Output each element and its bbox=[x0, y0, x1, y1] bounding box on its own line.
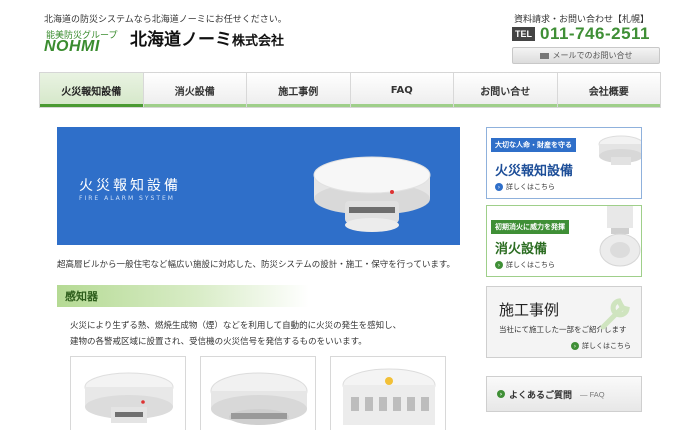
banner-title: 施工事例 bbox=[499, 301, 560, 319]
section-description: 火災により生ずる熱、燃焼生成物（煙）などを利用して自動的に火災の発生を感知し、 … bbox=[70, 318, 420, 350]
tel-badge: TEL bbox=[512, 27, 535, 41]
banner-title: 火災報知設備 bbox=[495, 164, 574, 179]
nav-fire-extinguishing[interactable]: 消火設備 bbox=[144, 73, 247, 107]
hero-title: 火災報知設備 bbox=[79, 178, 181, 194]
detector-thumbnail[interactable] bbox=[200, 356, 316, 430]
more-label: 詳しくはこちら bbox=[506, 183, 555, 191]
tel-number: 011-746-2511 bbox=[540, 24, 650, 43]
wrench-icon bbox=[600, 298, 630, 330]
smoke-detector-image bbox=[210, 372, 308, 425]
nav-fire-alarm[interactable]: 火災報知設備 bbox=[40, 73, 144, 107]
smoke-detector-image bbox=[598, 135, 641, 165]
phone-contact: TEL 011-746-2511 bbox=[512, 24, 650, 44]
banner-more-link[interactable]: › 詳しくはこちら bbox=[495, 260, 555, 270]
section-heading: 感知器 bbox=[57, 285, 309, 307]
mail-button-label: メールでのお問い合せ bbox=[552, 51, 633, 60]
flame-detector-image bbox=[342, 368, 436, 425]
company-name-suffix: 株式会社 bbox=[232, 34, 285, 49]
hero-subtitle: FIRE ALARM SYSTEM bbox=[79, 195, 175, 202]
smoke-detector-image bbox=[313, 156, 431, 232]
description-line: 火災により生ずる熱、燃焼生成物（煙）などを利用して自動的に火災の発生を感知し、 bbox=[70, 321, 402, 331]
description-line: 建物の各警戒区域に設置され、受信機の火災信号を発信するものをいいます。 bbox=[70, 337, 367, 347]
banner-tag: 初期消火に威力を発揮 bbox=[491, 220, 569, 234]
company-name-main: 北海道ノーミ bbox=[130, 30, 232, 50]
sidebar-banner-case-studies[interactable]: 施工事例 当社にて施工した一部をご紹介します › 詳しくはこちら bbox=[486, 286, 642, 358]
arrow-right-icon: › bbox=[571, 342, 579, 350]
detector-thumbnail[interactable] bbox=[330, 356, 446, 430]
mail-contact-button[interactable]: メールでのお問い合せ bbox=[512, 47, 660, 64]
detector-thumbnail[interactable] bbox=[70, 356, 186, 430]
faq-sub-label: ― FAQ bbox=[580, 389, 605, 399]
intro-text: 超高層ビルから一般住宅など幅広い施設に対応した、防災システムの設計・施工・保守を… bbox=[57, 260, 455, 270]
arrow-right-icon: › bbox=[495, 261, 503, 269]
sprinkler-image bbox=[599, 206, 641, 267]
nav-case-studies[interactable]: 施工事例 bbox=[247, 73, 351, 107]
heat-detector-image bbox=[84, 372, 174, 423]
company-logo[interactable]: 能美防災グループ NOHMI 北海道ノーミ株式会社 bbox=[44, 26, 284, 56]
mail-icon bbox=[539, 52, 549, 59]
banner-more-link[interactable]: › 詳しくはこちら bbox=[571, 341, 631, 351]
main-navigation: 火災報知設備 消火設備 施工事例 FAQ お問い合せ 会社概要 bbox=[39, 72, 661, 108]
nav-contact[interactable]: お問い合せ bbox=[454, 73, 558, 107]
nohmi-logo-mark: 能美防災グループ NOHMI bbox=[44, 28, 124, 56]
sidebar-faq-link[interactable]: › よくあるご質問 ― FAQ bbox=[486, 376, 642, 412]
banner-more-link[interactable]: › 詳しくはこちら bbox=[495, 182, 555, 192]
arrow-right-icon: › bbox=[495, 183, 503, 191]
faq-label: よくあるご質問 bbox=[509, 390, 573, 401]
hero-banner: 火災報知設備 FIRE ALARM SYSTEM bbox=[57, 127, 460, 245]
sidebar-banner-fire-alarm[interactable]: 大切な人命・財産を守る 火災報知設備 › 詳しくはこちら bbox=[486, 127, 642, 199]
banner-tag: 大切な人命・財産を守る bbox=[491, 138, 576, 152]
banner-title: 消火設備 bbox=[495, 242, 548, 257]
nav-company[interactable]: 会社概要 bbox=[558, 73, 661, 107]
company-name: 北海道ノーミ株式会社 bbox=[130, 26, 284, 56]
sidebar-banner-extinguishing[interactable]: 初期消火に威力を発揮 消火設備 › 詳しくはこちら bbox=[486, 205, 642, 277]
more-label: 詳しくはこちら bbox=[506, 261, 555, 269]
arrow-right-icon: › bbox=[497, 390, 505, 398]
site-tagline: 北海道の防災システムなら北海道ノーミにお任せください。 bbox=[44, 15, 287, 25]
logo-brand: NOHMI bbox=[44, 38, 100, 55]
more-label: 詳しくはこちら bbox=[582, 342, 631, 350]
nav-faq[interactable]: FAQ bbox=[351, 73, 454, 107]
